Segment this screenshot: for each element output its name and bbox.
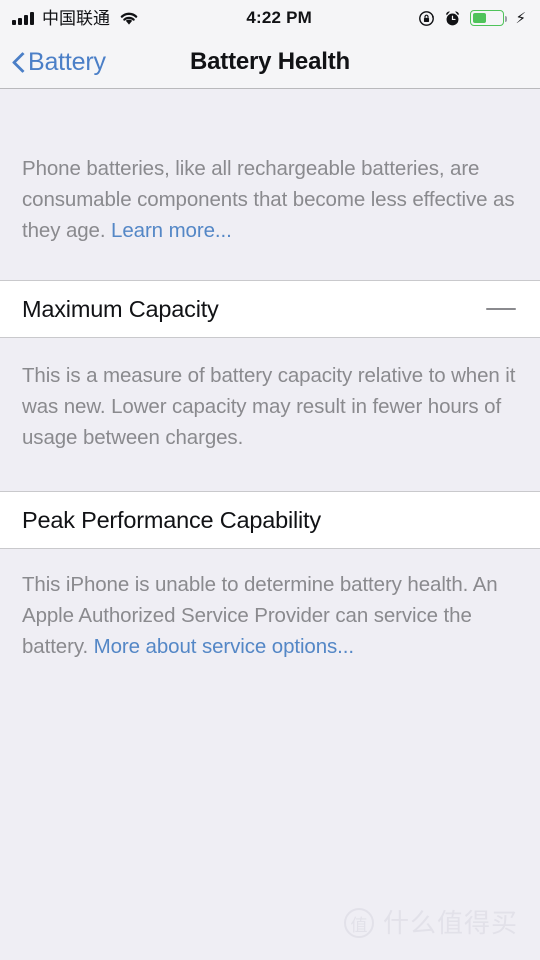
settings-content: Phone batteries, like all rechargeable b… <box>0 89 540 960</box>
battery-fill <box>473 12 487 24</box>
peak-performance-row[interactable]: Peak Performance Capability <box>0 491 540 549</box>
watermark-text: 什么值得买 <box>382 908 518 938</box>
iphone-screen: 中国联通 4:22 PM ⚡ Battery Battery Health Ph… <box>0 0 540 960</box>
status-bar: 中国联通 4:22 PM ⚡ <box>0 0 540 36</box>
watermark: 值 什么值得买 <box>343 908 518 938</box>
signal-bars-icon <box>12 11 34 25</box>
lightning-bolt-icon: ⚡ <box>515 9 526 27</box>
battery-icon <box>470 10 508 26</box>
carrier-label: 中国联通 <box>42 8 110 28</box>
intro-note: Phone batteries, like all rechargeable b… <box>0 89 540 280</box>
back-button[interactable]: Battery <box>12 36 106 88</box>
peak-performance-label: Peak Performance Capability <box>22 506 321 533</box>
watermark-logo-icon: 值 <box>343 908 374 938</box>
rotation-lock-icon <box>418 10 435 27</box>
capacity-note: This is a measure of battery capacity re… <box>22 364 516 449</box>
status-bar-right: ⚡ <box>418 10 526 27</box>
status-bar-center: 4:22 PM <box>140 8 418 28</box>
status-bar-clock: 4:22 PM <box>246 8 313 27</box>
wifi-icon <box>118 10 140 26</box>
status-bar-left: 中国联通 <box>12 10 140 27</box>
performance-note: This iPhone is unable to determine batte… <box>0 549 540 690</box>
learn-more-link[interactable]: Learn more... <box>111 219 232 242</box>
maximum-capacity-value <box>486 308 516 310</box>
service-options-link[interactable]: More about service options... <box>94 635 354 658</box>
alarm-clock-icon <box>444 10 461 27</box>
chevron-left-icon <box>12 51 25 73</box>
maximum-capacity-label: Maximum Capacity <box>22 295 219 322</box>
maximum-capacity-row[interactable]: Maximum Capacity <box>0 280 540 338</box>
back-button-label: Battery <box>28 47 106 76</box>
navigation-bar: Battery Battery Health <box>0 36 540 89</box>
intro-note-text: Phone batteries, like all rechargeable b… <box>22 157 515 242</box>
